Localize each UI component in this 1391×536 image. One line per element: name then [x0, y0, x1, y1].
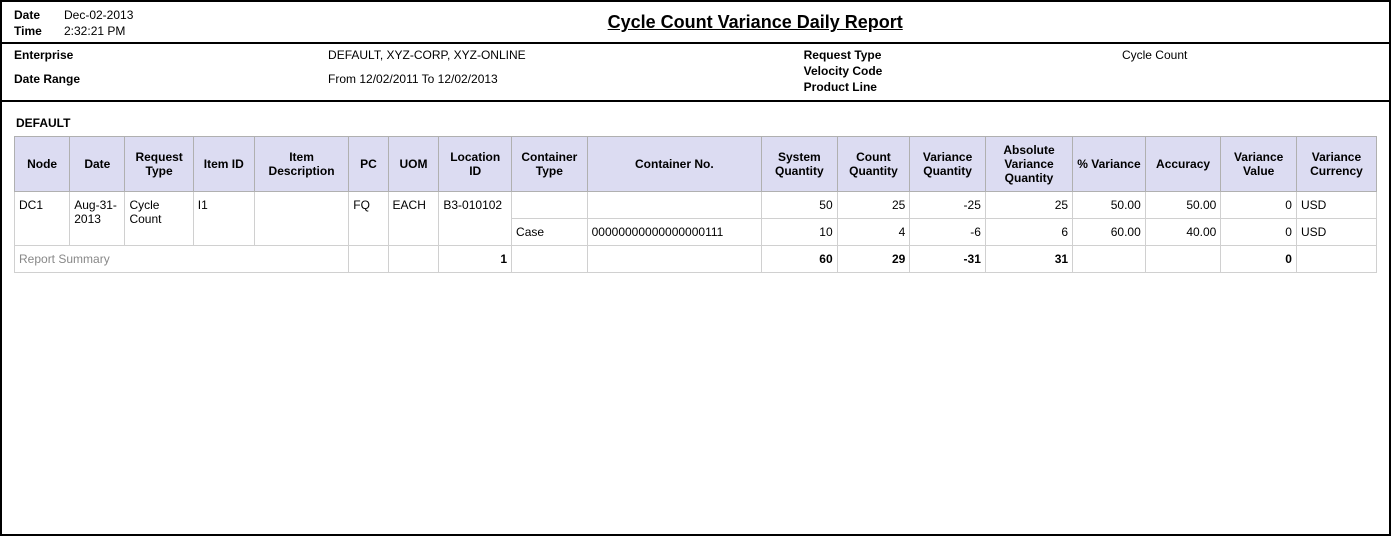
summary-pct-variance — [1073, 246, 1146, 273]
time-label: Time — [14, 24, 54, 38]
summary-absolute-variance-quantity: 31 — [985, 246, 1072, 273]
th-node: Node — [15, 137, 70, 192]
cell-variance-quantity: -25 — [910, 192, 986, 219]
cell-system-quantity: 50 — [762, 192, 838, 219]
th-container-no: Container No. — [587, 137, 761, 192]
cell-pct-variance: 60.00 — [1073, 219, 1146, 246]
cell-system-quantity: 10 — [762, 219, 838, 246]
table-body: DC1 Aug-31-2013 Cycle Count I1 FQ EACH B… — [15, 192, 1377, 273]
cell-node: DC1 — [15, 192, 70, 246]
th-absolute-variance-quantity: Absolute Variance Quantity — [985, 137, 1072, 192]
content: DEFAULT Node Date Request Type Item ID I… — [2, 102, 1389, 283]
request-type-label: Request Type — [804, 48, 1112, 62]
date-label: Date — [14, 8, 54, 22]
table-header-row: Node Date Request Type Item ID Item Desc… — [15, 137, 1377, 192]
cell-variance-value: 0 — [1221, 219, 1297, 246]
cell-pct-variance: 50.00 — [1073, 192, 1146, 219]
cell-count-quantity: 4 — [837, 219, 910, 246]
cell-uom: EACH — [388, 192, 439, 246]
time-value: 2:32:21 PM — [64, 24, 133, 38]
cell-item-id: I1 — [193, 192, 254, 246]
summary-row: Report Summary 1 60 29 -31 31 0 — [15, 246, 1377, 273]
date-time-block: Date Dec-02-2013 Time 2:32:21 PM — [14, 8, 133, 38]
section-title: DEFAULT — [16, 116, 1377, 130]
date-range-value: From 12/02/2011 To 12/02/2013 — [328, 72, 764, 94]
date-range-label: Date Range — [14, 72, 318, 94]
th-variance-value: Variance Value — [1221, 137, 1297, 192]
summary-empty — [587, 246, 761, 273]
title-wrap: Cycle Count Variance Daily Report — [133, 8, 1377, 38]
date-value: Dec-02-2013 — [64, 8, 133, 22]
product-line-label: Product Line — [804, 80, 1112, 94]
enterprise-value: DEFAULT, XYZ-CORP, XYZ-ONLINE — [328, 48, 764, 70]
cell-container-type: Case — [512, 219, 588, 246]
summary-empty — [512, 246, 588, 273]
cell-variance-currency: USD — [1296, 219, 1376, 246]
summary-accuracy — [1145, 246, 1221, 273]
cell-count-quantity: 25 — [837, 192, 910, 219]
summary-label: Report Summary — [15, 246, 349, 273]
summary-variance-value: 0 — [1221, 246, 1297, 273]
summary-variance-quantity: -31 — [910, 246, 986, 273]
cell-container-no — [587, 192, 761, 219]
th-item-description: Item Description — [254, 137, 348, 192]
meta-left: Enterprise DEFAULT, XYZ-CORP, XYZ-ONLINE… — [14, 48, 764, 94]
page-title: Cycle Count Variance Daily Report — [608, 12, 903, 33]
th-pct-variance: % Variance — [1073, 137, 1146, 192]
enterprise-label: Enterprise — [14, 48, 318, 70]
cell-pc: FQ — [349, 192, 388, 246]
report-table: Node Date Request Type Item ID Item Desc… — [14, 136, 1377, 273]
th-variance-quantity: Variance Quantity — [910, 137, 986, 192]
velocity-code-label: Velocity Code — [804, 64, 1112, 78]
cell-variance-quantity: -6 — [910, 219, 986, 246]
summary-count-quantity: 29 — [837, 246, 910, 273]
th-date: Date — [70, 137, 125, 192]
cell-request-type: Cycle Count — [125, 192, 193, 246]
summary-empty — [349, 246, 388, 273]
cell-container-type — [512, 192, 588, 219]
th-item-id: Item ID — [193, 137, 254, 192]
summary-variance-currency — [1296, 246, 1376, 273]
cell-absolute-variance-quantity: 25 — [985, 192, 1072, 219]
cell-item-description — [254, 192, 348, 246]
summary-empty — [388, 246, 439, 273]
header-top: Date Dec-02-2013 Time 2:32:21 PM Cycle C… — [2, 2, 1389, 44]
meta-right: Request Type Cycle Count Velocity Code P… — [764, 48, 1391, 94]
product-line-value — [1122, 80, 1391, 94]
th-uom: UOM — [388, 137, 439, 192]
th-count-quantity: Count Quantity — [837, 137, 910, 192]
header-meta: Enterprise DEFAULT, XYZ-CORP, XYZ-ONLINE… — [2, 44, 1389, 102]
velocity-code-value — [1122, 64, 1391, 78]
cell-container-no: 00000000000000000111 — [587, 219, 761, 246]
cell-location-id: B3-010102 — [439, 192, 512, 246]
th-request-type: Request Type — [125, 137, 193, 192]
cell-accuracy: 40.00 — [1145, 219, 1221, 246]
table-head: Node Date Request Type Item ID Item Desc… — [15, 137, 1377, 192]
cell-variance-value: 0 — [1221, 192, 1297, 219]
th-location-id: Location ID — [439, 137, 512, 192]
cell-date: Aug-31-2013 — [70, 192, 125, 246]
cell-absolute-variance-quantity: 6 — [985, 219, 1072, 246]
table-row: DC1 Aug-31-2013 Cycle Count I1 FQ EACH B… — [15, 192, 1377, 219]
request-type-value: Cycle Count — [1122, 48, 1391, 62]
th-variance-currency: Variance Currency — [1296, 137, 1376, 192]
th-pc: PC — [349, 137, 388, 192]
th-accuracy: Accuracy — [1145, 137, 1221, 192]
summary-system-quantity: 60 — [762, 246, 838, 273]
cell-accuracy: 50.00 — [1145, 192, 1221, 219]
th-system-quantity: System Quantity — [762, 137, 838, 192]
cell-variance-currency: USD — [1296, 192, 1376, 219]
summary-location-count: 1 — [439, 246, 512, 273]
th-container-type: Container Type — [512, 137, 588, 192]
report-page: Date Dec-02-2013 Time 2:32:21 PM Cycle C… — [0, 0, 1391, 536]
